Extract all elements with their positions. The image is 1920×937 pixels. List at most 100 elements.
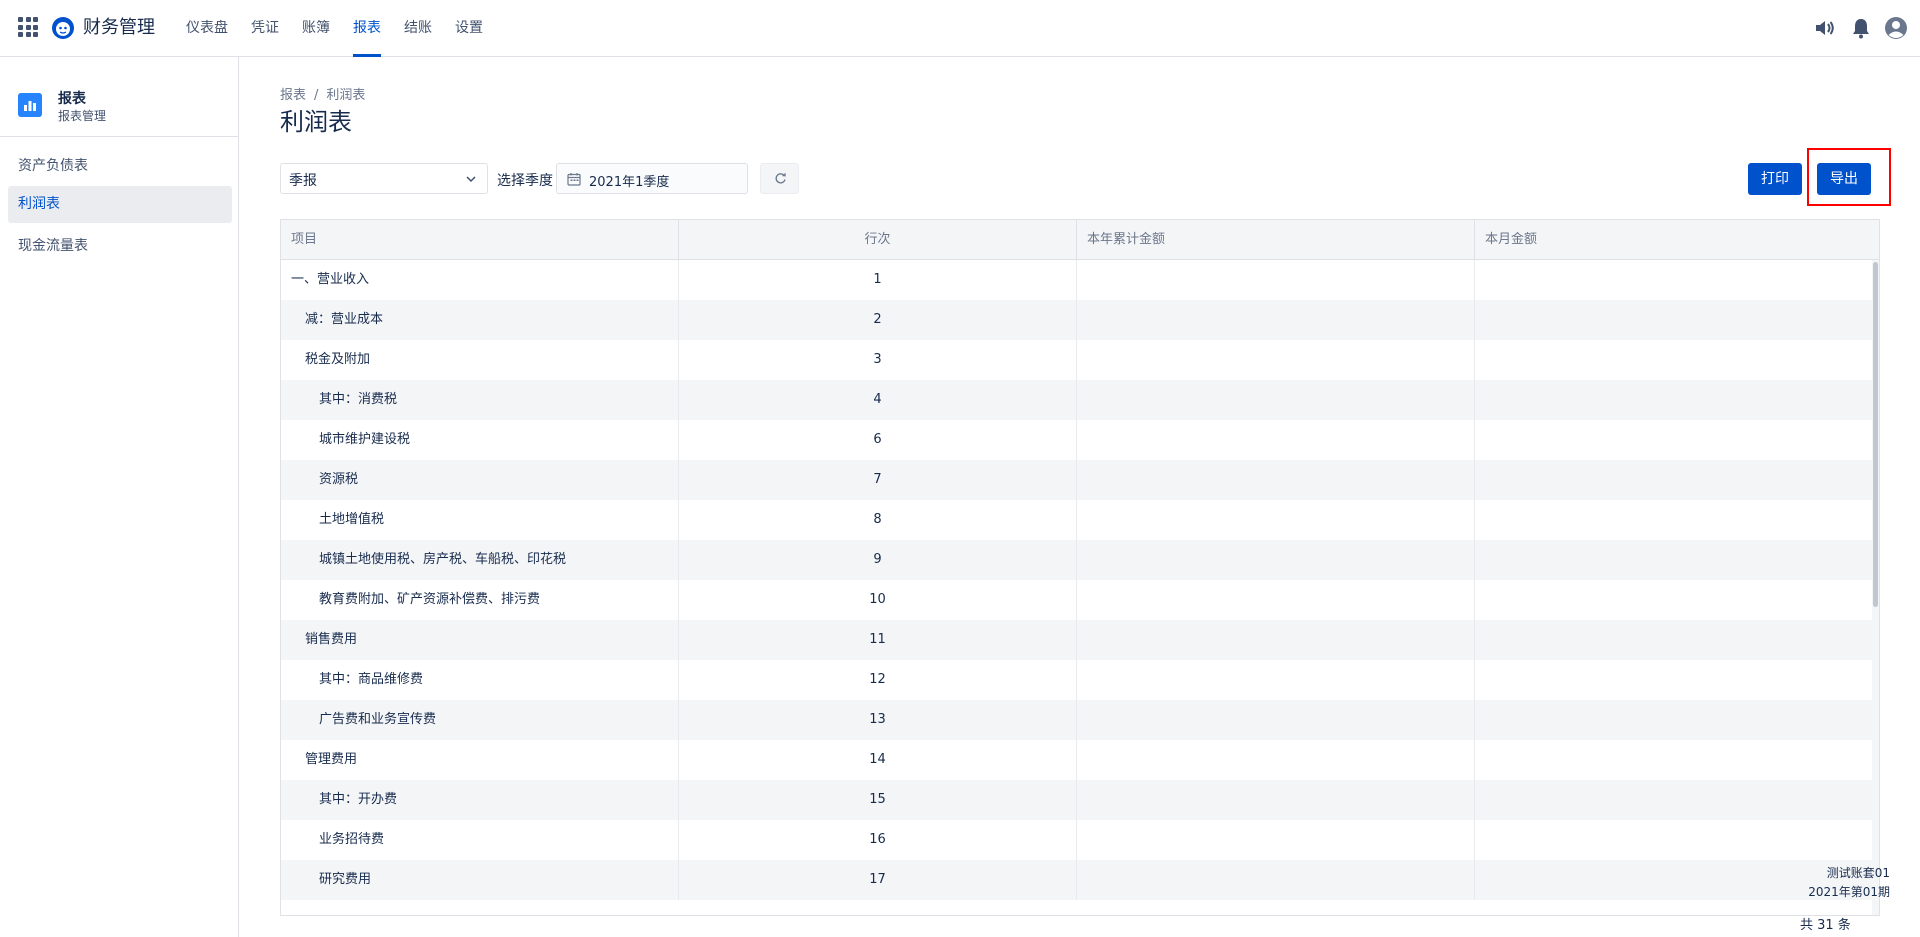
- cell-ytd: [1077, 660, 1475, 700]
- table-row[interactable]: 研究费用 17: [281, 860, 1873, 900]
- table-row[interactable]: 减：营业成本 2: [281, 300, 1873, 340]
- sidebar-item-income-statement[interactable]: 利润表: [8, 186, 232, 223]
- cell-ytd: [1077, 260, 1475, 300]
- cell-line: 7: [679, 460, 1077, 500]
- breadcrumb-root[interactable]: 报表: [280, 88, 306, 103]
- quarter-picker[interactable]: 2021年1季度: [556, 163, 748, 194]
- scrollbar-thumb[interactable]: [1873, 262, 1878, 607]
- period-type-select[interactable]: 季报: [280, 163, 488, 194]
- table-row[interactable]: 管理费用 14: [281, 740, 1873, 780]
- cell-ytd: [1077, 420, 1475, 460]
- table-row[interactable]: 资源税 7: [281, 460, 1873, 500]
- table-row[interactable]: 城市维护建设税 6: [281, 420, 1873, 460]
- cell-month: [1475, 700, 1873, 740]
- cell-month: [1475, 380, 1873, 420]
- table-scrollbar[interactable]: [1872, 260, 1879, 915]
- top-navigation-bar: 财务管理 仪表盘 凭证 账簿 报表 结账 设置: [0, 0, 1920, 57]
- column-header-item: 项目: [281, 220, 679, 260]
- app-name[interactable]: 财务管理: [83, 16, 155, 40]
- nav-item-ledgers[interactable]: 账簿: [302, 0, 330, 57]
- nav-item-dashboard[interactable]: 仪表盘: [186, 0, 228, 57]
- table-row[interactable]: 教育费附加、矿产资源补偿费、排污费 10: [281, 580, 1873, 620]
- page-title: 利润表: [280, 108, 352, 136]
- cell-item: 研究费用: [281, 860, 679, 900]
- account-set-name: 测试账套01: [1826, 866, 1890, 880]
- cell-item: 城镇土地使用税、房产税、车船税、印花税: [281, 540, 679, 580]
- sidebar-subtitle: 报表管理: [58, 109, 107, 123]
- cell-line: 13: [679, 700, 1077, 740]
- table-row[interactable]: 广告费和业务宣传费 13: [281, 700, 1873, 740]
- sidebar-item-balance-sheet[interactable]: 资产负债表: [8, 148, 232, 185]
- cell-line: 15: [679, 780, 1077, 820]
- table-row[interactable]: 税金及附加 3: [281, 340, 1873, 380]
- breadcrumb: 报表 / 利润表: [280, 84, 365, 103]
- cell-ytd: [1077, 620, 1475, 660]
- cell-ytd: [1077, 340, 1475, 380]
- table-row[interactable]: 销售费用 11: [281, 620, 1873, 660]
- nav-item-vouchers[interactable]: 凭证: [251, 0, 279, 57]
- cell-line: 10: [679, 580, 1077, 620]
- table-row[interactable]: 城镇土地使用税、房产税、车船税、印花税 9: [281, 540, 1873, 580]
- cell-ytd: [1077, 580, 1475, 620]
- cell-item: 减：营业成本: [281, 300, 679, 340]
- cell-ytd: [1077, 860, 1475, 900]
- cell-line: 16: [679, 820, 1077, 860]
- main-nav: 仪表盘 凭证 账簿 报表 结账 设置: [186, 0, 506, 57]
- cell-item: 其中：开办费: [281, 780, 679, 820]
- cell-item: 城市维护建设税: [281, 420, 679, 460]
- cell-item: 销售费用: [281, 620, 679, 660]
- cell-item: 管理费用: [281, 740, 679, 780]
- cell-item: 税金及附加: [281, 340, 679, 380]
- cell-month: [1475, 300, 1873, 340]
- bar-chart-icon: [18, 93, 42, 117]
- cell-line: 6: [679, 420, 1077, 460]
- refresh-button[interactable]: [760, 163, 799, 194]
- accounting-period: 2021年第01期: [1808, 885, 1890, 899]
- cell-month: [1475, 780, 1873, 820]
- cell-month: [1475, 420, 1873, 460]
- user-avatar-icon[interactable]: [1884, 16, 1908, 40]
- cell-item: 其中：商品维修费: [281, 660, 679, 700]
- cell-month: [1475, 340, 1873, 380]
- cell-item: 其中：消费税: [281, 380, 679, 420]
- cell-line: 12: [679, 660, 1077, 700]
- table-row[interactable]: 其中：商品维修费 12: [281, 660, 1873, 700]
- total-count: 共 31 条: [1800, 918, 1851, 933]
- apps-grid-icon[interactable]: [18, 17, 38, 37]
- chevron-down-icon: [466, 176, 476, 183]
- cell-line: 8: [679, 500, 1077, 540]
- cell-month: [1475, 660, 1873, 700]
- cell-month: [1475, 620, 1873, 660]
- column-header-line: 行次: [679, 220, 1077, 260]
- table-body: 一、营业收入 1 减：营业成本 2 税金及附加 3 其中：消费税 4 城市维护建设税 6 资源税 7 土…: [281, 260, 1873, 900]
- bell-icon[interactable]: [1849, 16, 1873, 40]
- cell-ytd: [1077, 300, 1475, 340]
- column-header-ytd: 本年累计金额: [1077, 220, 1475, 260]
- cell-ytd: [1077, 460, 1475, 500]
- nav-item-closing[interactable]: 结账: [404, 0, 432, 57]
- cell-ytd: [1077, 700, 1475, 740]
- cell-line: 14: [679, 740, 1077, 780]
- cell-ytd: [1077, 500, 1475, 540]
- sidebar: 报表 报表管理 资产负债表 利润表 现金流量表: [0, 57, 239, 937]
- cell-month: [1475, 500, 1873, 540]
- cell-ytd: [1077, 540, 1475, 580]
- print-button[interactable]: 打印: [1748, 163, 1802, 195]
- quarter-label: 选择季度: [497, 173, 553, 189]
- column-header-month: 本月金额: [1485, 232, 1538, 247]
- monkey-logo-icon[interactable]: [51, 16, 75, 40]
- table-row[interactable]: 土地增值税 8: [281, 500, 1873, 540]
- nav-item-settings[interactable]: 设置: [455, 0, 483, 57]
- table-row[interactable]: 其中：消费税 4: [281, 380, 1873, 420]
- table-row[interactable]: 一、营业收入 1: [281, 260, 1873, 300]
- cell-line: 11: [679, 620, 1077, 660]
- sidebar-item-cash-flow[interactable]: 现金流量表: [8, 228, 232, 265]
- nav-item-reports[interactable]: 报表: [353, 0, 381, 57]
- speaker-icon[interactable]: [1813, 16, 1837, 40]
- cell-ytd: [1077, 820, 1475, 860]
- cell-line: 9: [679, 540, 1077, 580]
- cell-item: 教育费附加、矿产资源补偿费、排污费: [281, 580, 679, 620]
- cell-month: [1475, 260, 1873, 300]
- table-row[interactable]: 业务招待费 16: [281, 820, 1873, 860]
- table-row[interactable]: 其中：开办费 15: [281, 780, 1873, 820]
